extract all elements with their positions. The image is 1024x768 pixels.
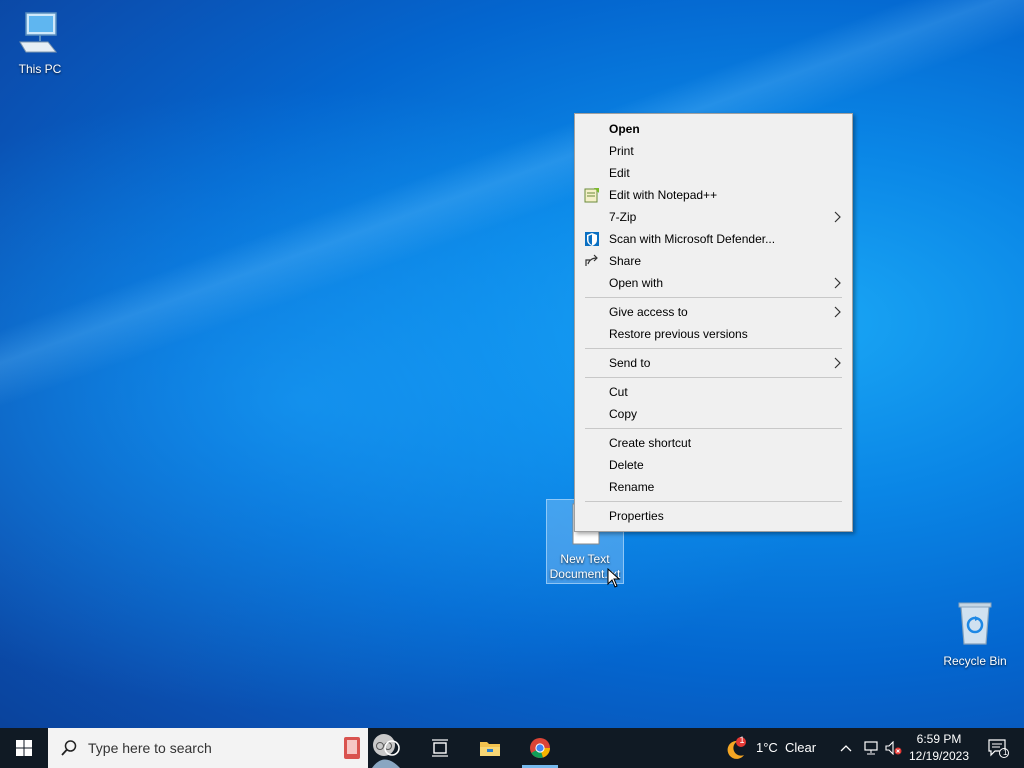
menu-item-properties[interactable]: Properties [575,505,852,527]
wallpaper-glow [0,0,1024,728]
menu-item-label: Restore previous versions [609,327,748,341]
volume-button[interactable] [883,728,905,768]
weather-badge: 1 [739,735,745,745]
chrome-button[interactable] [520,728,560,768]
task-view-button[interactable] [420,728,460,768]
menu-item-print[interactable]: Print [575,140,852,162]
context-menu: Open Print Edit Edit with Notepad++ 7-Zi… [574,113,853,532]
start-button[interactable] [0,728,48,768]
menu-item-label: Cut [609,385,628,399]
menu-item-restore-versions[interactable]: Restore previous versions [575,323,852,345]
weather-widget[interactable]: 1 1°C Clear [720,728,820,768]
clock[interactable]: 6:59 PM 12/19/2023 [906,728,972,768]
menu-item-label: Open with [609,276,664,290]
menu-item-label: Open [609,122,640,136]
windows-logo-icon [16,740,32,756]
defender-shield-icon [585,232,599,246]
cortana-button[interactable] [372,728,412,768]
menu-item-label: Delete [609,458,644,472]
menu-item-open-with[interactable]: Open with [575,272,852,294]
menu-separator [585,377,842,378]
menu-item-7zip[interactable]: 7-Zip [575,206,852,228]
menu-item-edit[interactable]: Edit [575,162,852,184]
chrome-icon [530,738,550,758]
menu-item-rename[interactable]: Rename [575,476,852,498]
menu-item-delete[interactable]: Delete [575,454,852,476]
folder-icon [480,742,500,756]
menu-item-label: Properties [609,509,664,523]
menu-item-label: Give access to [609,305,688,319]
menu-item-label: 7-Zip [609,210,637,224]
desktop-icon-this-pc[interactable]: This PC [2,8,78,77]
search-icon [61,740,77,756]
menu-item-label: Scan with Microsoft Defender... [609,232,776,246]
computer-icon [19,12,58,53]
volume-muted-icon [885,741,902,755]
network-button[interactable] [860,728,882,768]
menu-item-label: Send to [609,356,651,370]
menu-item-label: Share [609,254,642,268]
menu-item-give-access[interactable]: Give access to [575,301,852,323]
clock-date: 12/19/2023 [908,749,970,763]
recycle-bin-icon [958,602,992,645]
menu-item-cut[interactable]: Cut [575,381,852,403]
weather-condition: Clear [785,740,817,755]
menu-item-open[interactable]: Open [575,118,852,140]
menu-separator [585,297,842,298]
share-icon [585,254,598,266]
weather-temperature: 1°C [756,740,778,755]
menu-item-copy[interactable]: Copy [575,403,852,425]
search-placeholder: Type here to search [88,740,212,756]
taskbar: Type here to search 1 1°C Clear 6:59 PM … [0,728,1024,768]
menu-item-label: Edit with Notepad++ [609,188,718,202]
taskbar-search-box[interactable]: Type here to search [48,728,400,768]
file-explorer-button[interactable] [470,728,510,768]
task-view-icon [432,739,448,757]
menu-item-label: Print [609,144,634,158]
menu-item-label: Edit [609,166,630,180]
mouse-cursor-icon [607,568,621,588]
chevron-right-icon [834,306,841,318]
menu-item-edit-with-notepad[interactable]: Edit with Notepad++ [575,184,852,206]
desktop-icon-label: Recycle Bin [943,654,1007,668]
chevron-right-icon [834,277,841,289]
menu-separator [585,501,842,502]
clock-time: 6:59 PM [916,732,962,746]
menu-item-label: Create shortcut [609,436,692,450]
menu-item-send-to[interactable]: Send to [575,352,852,374]
notification-count-badge: 1 [1003,748,1008,757]
show-hidden-icons-button[interactable] [836,728,856,768]
chevron-up-icon [840,745,852,752]
menu-separator [585,348,842,349]
menu-item-scan-defender[interactable]: Scan with Microsoft Defender... [575,228,852,250]
network-icon [864,741,878,755]
cortana-circle-icon [384,740,400,756]
desktop-icon-recycle-bin[interactable]: Recycle Bin [937,600,1013,669]
chevron-right-icon [834,211,841,223]
menu-separator [585,428,842,429]
menu-item-label: Copy [609,407,638,421]
action-center-button[interactable]: 1 [978,728,1018,768]
menu-item-label: Rename [609,480,655,494]
menu-item-create-shortcut[interactable]: Create shortcut [575,432,852,454]
desktop-icon-label: This PC [18,62,62,76]
menu-item-share[interactable]: Share [575,250,852,272]
chevron-right-icon [834,357,841,369]
notepad-plus-plus-icon [584,188,599,203]
